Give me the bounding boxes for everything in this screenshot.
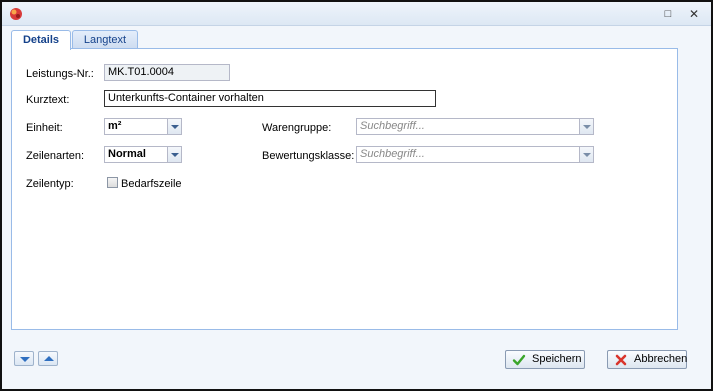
- chevron-down-icon[interactable]: [167, 119, 181, 134]
- title-bar[interactable]: □ ✕: [2, 2, 711, 26]
- bewertungsklasse-label: Bewertungsklasse:: [262, 150, 355, 162]
- chevron-down-icon[interactable]: [167, 147, 181, 162]
- cancel-x-icon: [615, 354, 627, 366]
- chevron-down-icon[interactable]: [579, 119, 593, 134]
- close-icon: ✕: [688, 7, 700, 21]
- warengruppe-combo[interactable]: Suchbegriff...: [356, 118, 594, 135]
- next-record-button[interactable]: [14, 351, 34, 366]
- chevron-down-icon[interactable]: [579, 147, 593, 162]
- warengruppe-label: Warengruppe:: [262, 122, 332, 134]
- dialog-window: □ ✕ Details Langtext Leistungs-Nr.: MK.T…: [0, 0, 713, 391]
- warengruppe-placeholder: Suchbegriff...: [360, 120, 425, 132]
- maximize-button[interactable]: □: [661, 7, 675, 21]
- cancel-button[interactable]: Abbrechen: [607, 350, 687, 369]
- kurztext-label: Kurztext:: [26, 94, 70, 106]
- save-button-label: Speichern: [532, 353, 582, 365]
- app-logo-icon: [10, 8, 22, 20]
- save-button[interactable]: Speichern: [505, 350, 585, 369]
- bewertungsklasse-placeholder: Suchbegriff...: [360, 148, 425, 160]
- tab-details[interactable]: Details: [11, 30, 71, 50]
- previous-record-button[interactable]: [38, 351, 58, 366]
- zeilenarten-value: Normal: [108, 148, 146, 160]
- bedarfszeile-checkbox[interactable]: [107, 177, 118, 188]
- leistungsnr-field[interactable]: MK.T01.0004: [104, 64, 230, 81]
- bedarfszeile-label: Bedarfszeile: [121, 178, 182, 190]
- zeilenarten-combo[interactable]: Normal: [104, 146, 182, 163]
- zeilenarten-label: Zeilenarten:: [26, 150, 85, 162]
- bewertungsklasse-combo[interactable]: Suchbegriff...: [356, 146, 594, 163]
- close-button[interactable]: ✕: [687, 7, 701, 21]
- kurztext-field[interactable]: Unterkunfts-Container vorhalten: [104, 90, 436, 107]
- details-panel: Leistungs-Nr.: MK.T01.0004 Kurztext: Unt…: [11, 48, 678, 330]
- einheit-value: m²: [108, 120, 122, 132]
- leistungsnr-label: Leistungs-Nr.:: [26, 68, 94, 80]
- maximize-icon: □: [664, 8, 672, 20]
- cancel-button-label: Abbrechen: [634, 353, 688, 365]
- einheit-label: Einheit:: [26, 122, 63, 134]
- einheit-combo[interactable]: m²: [104, 118, 182, 135]
- checkmark-icon: [512, 354, 526, 366]
- tab-langtext[interactable]: Langtext: [72, 30, 138, 49]
- zeilentyp-label: Zeilentyp:: [26, 178, 74, 190]
